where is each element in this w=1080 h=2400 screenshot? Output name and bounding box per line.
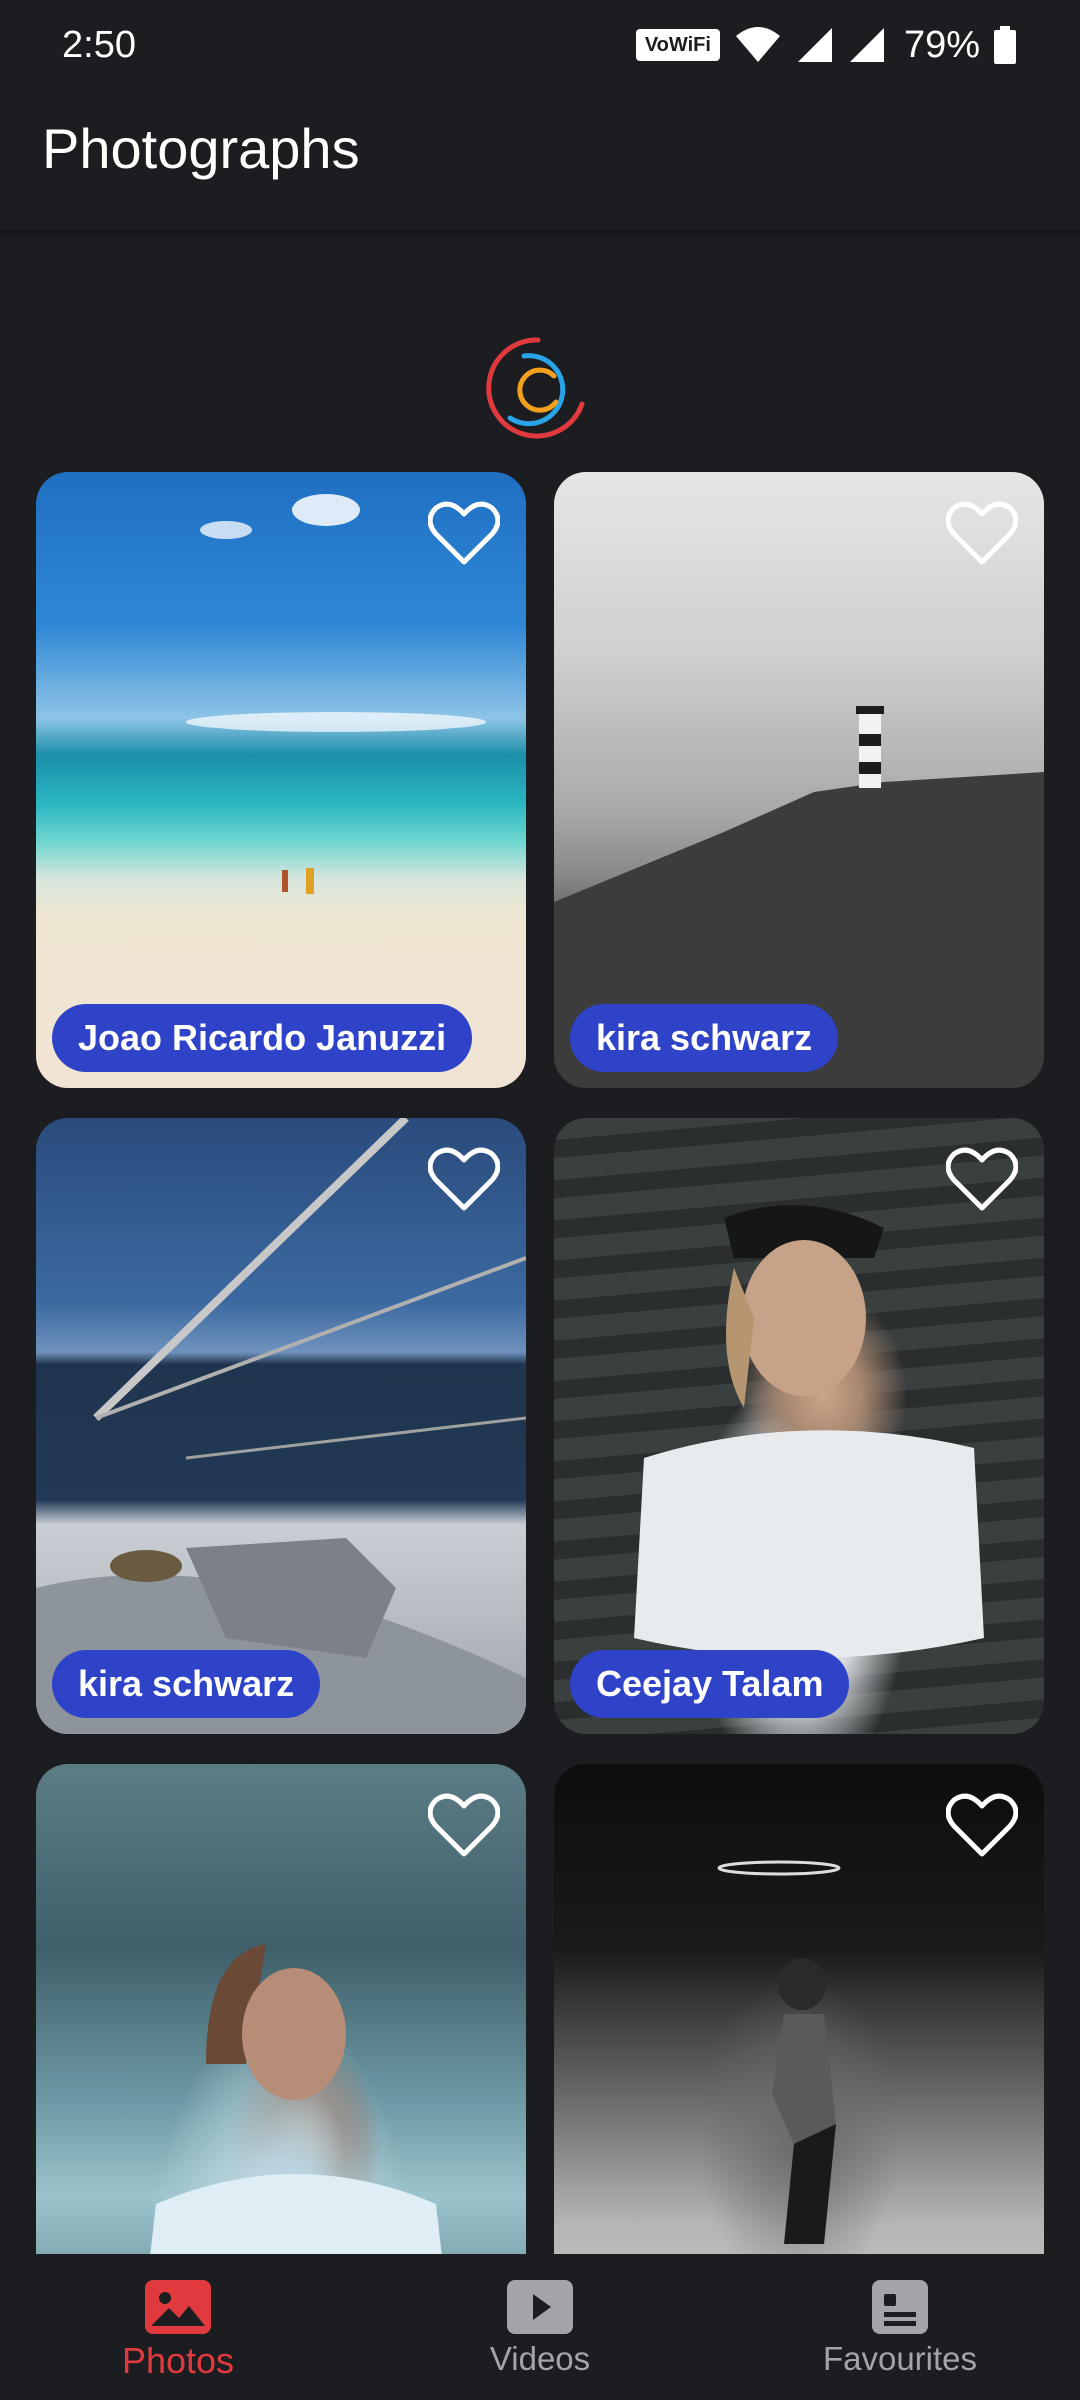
photo-grid: Joao Ricardo Januzzi kira schwarz kira s… (36, 472, 1044, 2254)
app-bar: Photographs (0, 90, 1080, 230)
favourite-heart-icon[interactable] (428, 1792, 500, 1858)
battery-icon (994, 26, 1016, 64)
author-chip: kira schwarz (52, 1650, 321, 1718)
play-icon (507, 2280, 573, 2334)
favourite-heart-icon[interactable] (428, 500, 500, 566)
nav-item-photos[interactable]: Photos (78, 2280, 278, 2382)
photo-card[interactable]: kira schwarz (36, 1118, 526, 1734)
status-icons: VoWiFi 79% (635, 22, 1016, 68)
photo-card[interactable]: Ceejay Talam (554, 1118, 1044, 1734)
favourite-heart-icon[interactable] (428, 1146, 500, 1212)
photo-card[interactable] (554, 1764, 1044, 2254)
photo-card[interactable]: Joao Ricardo Januzzi (36, 472, 526, 1088)
wifi-icon (735, 27, 780, 62)
nav-label: Photos (121, 2340, 235, 2381)
favourite-heart-icon[interactable] (946, 1792, 1018, 1858)
loading-spinner-icon (486, 337, 585, 439)
image-icon (145, 2280, 211, 2334)
author-chip: Joao Ricardo Januzzi (52, 1004, 473, 1072)
status-time: 2:50 (62, 24, 136, 66)
author-chip: kira schwarz (570, 1004, 839, 1072)
battery-percent: 79% (903, 23, 980, 66)
nav-item-videos[interactable]: Videos (440, 2280, 640, 2378)
vowifi-badge: VoWiFi (635, 29, 720, 61)
signal-icon (797, 28, 832, 62)
nav-label: Videos (489, 2340, 591, 2377)
nav-label: Favourites (822, 2340, 978, 2377)
favourite-heart-icon[interactable] (946, 1146, 1018, 1212)
signal-icon-2 (849, 28, 884, 62)
page-title: Photographs (42, 117, 360, 180)
photo-card[interactable] (36, 1764, 526, 2254)
favourite-heart-icon[interactable] (946, 500, 1018, 566)
bottom-navigation: Photos Videos Favourites (0, 2254, 1080, 2400)
nav-item-favourites[interactable]: Favourites (800, 2280, 1000, 2378)
status-bar: 2:50 VoWiFi 79% (0, 0, 1080, 90)
favourites-icon (872, 2280, 928, 2334)
photo-card[interactable]: kira schwarz (554, 472, 1044, 1088)
author-chip: Ceejay Talam (570, 1650, 850, 1718)
